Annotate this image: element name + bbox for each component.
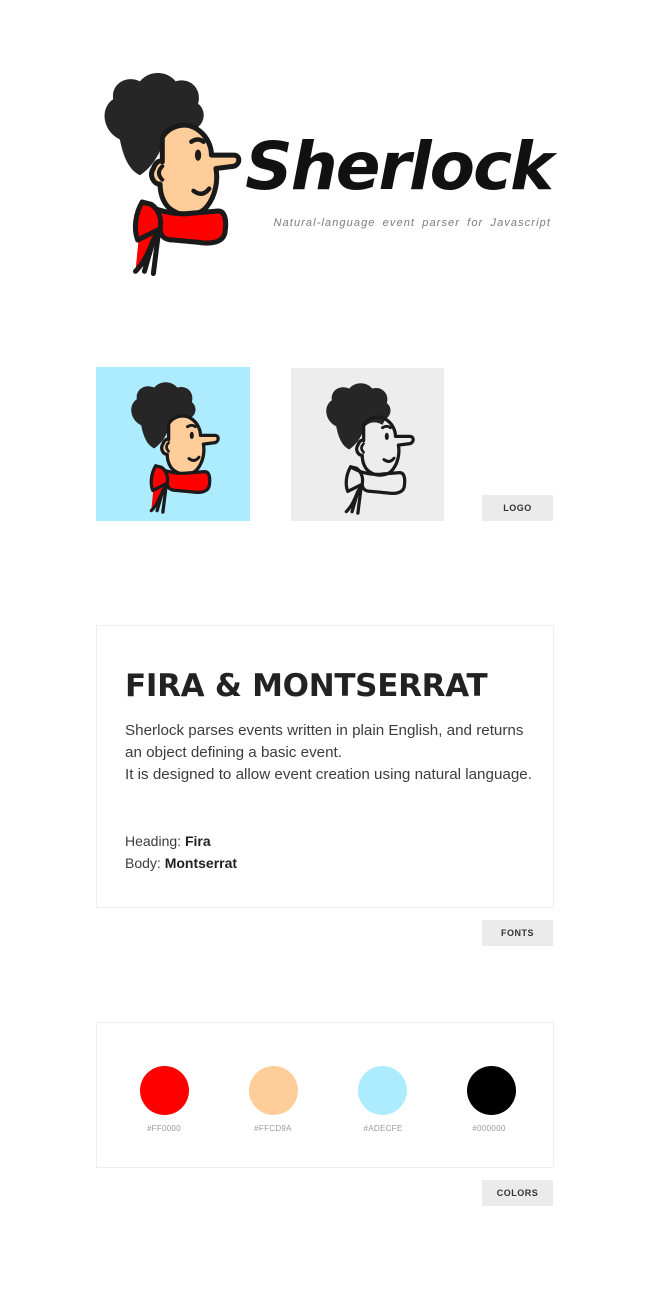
sherlock-mascot-outline-icon (324, 381, 415, 515)
fonts-description: Sherlock parses events written in plain … (125, 720, 535, 786)
logo-outline-tile (291, 368, 444, 521)
color-code-peach: #FFCD9A (254, 1124, 292, 1133)
colors-section-label: COLORS (482, 1180, 553, 1206)
brand-hero: Sherlock Natural-language event parser f… (0, 0, 650, 300)
brand-name: Sherlock (245, 128, 554, 205)
color-code-blue: #ADECFE (363, 1124, 403, 1133)
color-swatch-peach (249, 1066, 298, 1115)
sherlock-mascot-color-icon (129, 380, 220, 514)
fonts-heading: FIRA & MONTSERRAT (125, 668, 488, 704)
color-swatch-blue (358, 1066, 407, 1115)
body-font-spec: Body: Montserrat (125, 852, 237, 874)
font-spec-list: Heading: Fira Body: Montserrat (125, 830, 237, 874)
fonts-card: FIRA & MONTSERRAT Sherlock parses events… (96, 625, 554, 908)
colors-card: #FF0000 #FFCD9A #ADECFE #000000 (96, 1022, 554, 1168)
color-swatch-red (140, 1066, 189, 1115)
logo-color-tile (96, 367, 250, 521)
fonts-section-label: FONTS (482, 920, 553, 946)
body-font-name: Montserrat (164, 855, 238, 871)
color-code-black: #000000 (472, 1124, 506, 1133)
fonts-description-line: It is designed to allow event creation u… (125, 766, 532, 783)
heading-font-label: Heading: (125, 833, 182, 849)
brand-tagline: Natural-language event parser for Javasc… (273, 217, 551, 229)
logo-section-label: LOGO (482, 495, 553, 521)
color-swatch-black (467, 1066, 516, 1115)
body-font-label: Body: (125, 855, 161, 871)
heading-font-name: Fira (184, 833, 211, 849)
fonts-description-line: Sherlock parses events written in plain … (125, 722, 524, 761)
color-code-red: #FF0000 (146, 1124, 182, 1133)
heading-font-spec: Heading: Fira (125, 830, 237, 852)
